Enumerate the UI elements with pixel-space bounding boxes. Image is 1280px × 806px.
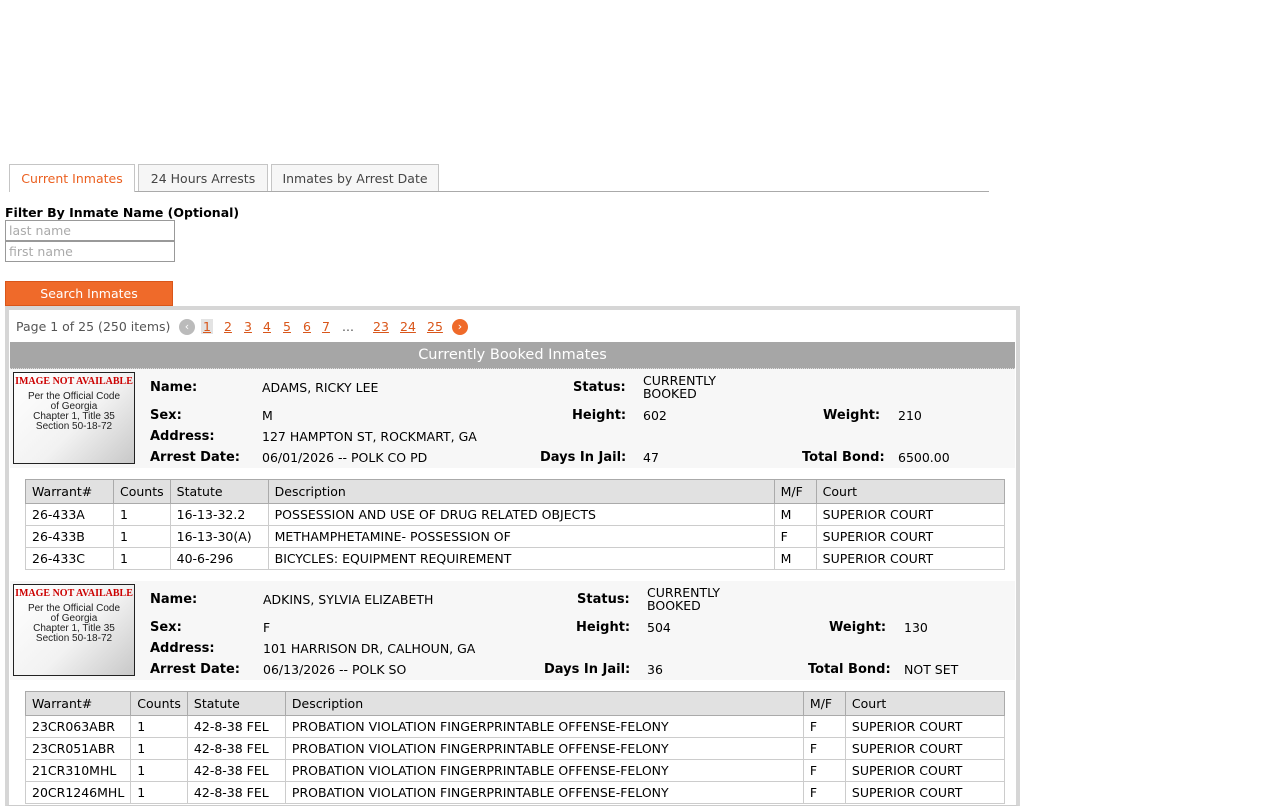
- placeholder-title: IMAGE NOT AVAILABLE: [15, 376, 133, 387]
- inmate-status: CURRENTLY BOOKED: [647, 585, 721, 613]
- height-label: Height:: [576, 620, 631, 635]
- page-link-4[interactable]: 4: [263, 319, 271, 334]
- col-warrant: Warrant#: [25, 479, 114, 504]
- inmate-weight: 130: [904, 620, 928, 635]
- tab-current-inmates[interactable]: Current Inmates: [9, 164, 135, 192]
- page-link-6[interactable]: 6: [303, 319, 311, 334]
- page-ellipsis[interactable]: ...: [342, 319, 354, 334]
- col-counts: Counts: [113, 479, 171, 504]
- chevron-right-icon[interactable]: ›: [452, 319, 468, 335]
- address-label: Address:: [150, 429, 215, 444]
- inmate-height: 602: [643, 408, 667, 423]
- total-bond-label: Total Bond:: [802, 450, 885, 465]
- page-link-1[interactable]: 1: [201, 319, 213, 334]
- pager-info: Page 1 of 25 (250 items): [16, 319, 171, 334]
- inmate-arrest-date: 06/01/2026 -- POLK CO PD: [262, 450, 428, 465]
- page-link-23[interactable]: 23: [373, 319, 389, 334]
- tab-inmates-by-arrest-date[interactable]: Inmates by Arrest Date: [271, 164, 439, 191]
- col-mf: M/F: [802, 691, 846, 716]
- placeholder-legal: Per the Official Code of Georgia Chapter…: [27, 603, 121, 644]
- days-in-jail-label: Days In Jail:: [540, 450, 627, 465]
- table-row: 26-433C 1 40-6-296 BICYCLES: EQUIPMENT REQU…: [25, 547, 1006, 570]
- col-statute: Statute: [169, 479, 269, 504]
- inmate-address: 101 HARRISON DR, CALHOUN, GA: [263, 641, 476, 656]
- weight-label: Weight:: [829, 620, 887, 635]
- page-link-25[interactable]: 25: [427, 319, 443, 334]
- chevron-left-icon[interactable]: ‹: [179, 319, 195, 335]
- col-warrant: Warrant#: [24, 691, 132, 716]
- table-row: 26-433A 1 16-13-32.2 POSSESSION AND USE OF …: [25, 503, 1006, 526]
- weight-label: Weight:: [823, 408, 881, 423]
- page-link-3[interactable]: 3: [244, 319, 252, 334]
- table-row: 26-433B 1 16-13-30(A) METHAMPHETAMINE- POSS…: [25, 525, 1006, 548]
- days-in-jail-label: Days In Jail:: [544, 662, 631, 677]
- col-description: Description: [284, 691, 804, 716]
- sex-label: Sex:: [150, 408, 182, 423]
- inmate-record: IMAGE NOT AVAILABLE Per the Official Cod…: [10, 369, 1015, 468]
- placeholder-legal: Per the Official Code of Georgia Chapter…: [27, 391, 121, 432]
- tab-24-hours-arrests[interactable]: 24 Hours Arrests: [138, 164, 268, 191]
- table-row: 20CR1246MHL 1 42-8-38 FEL PROBATION VIOLATI…: [24, 781, 1006, 804]
- arrest-date-label: Arrest Date:: [150, 662, 240, 677]
- page-link-7[interactable]: 7: [322, 319, 330, 334]
- sex-label: Sex:: [150, 620, 182, 635]
- col-description: Description: [267, 479, 775, 504]
- arrest-date-label: Arrest Date:: [150, 450, 240, 465]
- status-label: Status:: [577, 592, 630, 607]
- inmate-sex: F: [263, 620, 271, 635]
- grid-title: Currently Booked Inmates: [10, 342, 1015, 369]
- last-name-input[interactable]: [5, 220, 175, 241]
- table-row: 21CR310MHL 1 42-8-38 FEL PROBATION VIOLATIO…: [24, 759, 1006, 782]
- address-label: Address:: [150, 641, 215, 656]
- warrant-table: Warrant# Counts Statute Description M/F …: [24, 691, 1006, 804]
- first-name-input[interactable]: [5, 241, 175, 262]
- inmate-name: ADAMS, RICKY LEE: [262, 380, 379, 395]
- name-label: Name:: [150, 380, 198, 395]
- page-link-5[interactable]: 5: [283, 319, 291, 334]
- inmate-status: CURRENTLY BOOKED: [643, 373, 717, 401]
- status-label: Status:: [573, 380, 626, 395]
- name-label: Name:: [150, 592, 198, 607]
- page-link-24[interactable]: 24: [400, 319, 416, 334]
- inmate-address: 127 HAMPTON ST, ROCKMART, GA: [262, 429, 477, 444]
- col-court: Court: [844, 691, 1006, 716]
- inmate-bond: NOT SET: [904, 662, 959, 677]
- filter-label: Filter By Inmate Name (Optional): [5, 205, 240, 220]
- search-inmates-button[interactable]: Search Inmates: [5, 281, 173, 306]
- page-link-2[interactable]: 2: [224, 319, 232, 334]
- inmate-sex: M: [262, 408, 273, 423]
- height-label: Height:: [572, 408, 627, 423]
- table-row: 23CR051ABR 1 42-8-38 FEL PROBATION VIOLATIO…: [24, 737, 1006, 760]
- col-counts: Counts: [130, 691, 188, 716]
- inmate-bond: 6500.00: [898, 450, 950, 465]
- col-mf: M/F: [773, 479, 817, 504]
- col-statute: Statute: [186, 691, 286, 716]
- image-not-available-placeholder: IMAGE NOT AVAILABLE Per the Official Cod…: [13, 372, 135, 464]
- inmate-days: 47: [643, 450, 659, 465]
- inmate-weight: 210: [898, 408, 922, 423]
- placeholder-title: IMAGE NOT AVAILABLE: [15, 588, 133, 599]
- tab-strip: Current Inmates 24 Hours Arrests Inmates…: [9, 164, 989, 192]
- warrant-table: Warrant# Counts Statute Description M/F …: [25, 479, 1006, 570]
- inmate-height: 504: [647, 620, 671, 635]
- inmate-name: ADKINS, SYLVIA ELIZABETH: [263, 592, 434, 607]
- inmate-arrest-date: 06/13/2026 -- POLK SO: [263, 662, 407, 677]
- col-court: Court: [815, 479, 1006, 504]
- table-row: 23CR063ABR 1 42-8-38 FEL PROBATION VIOLATIO…: [24, 715, 1006, 738]
- total-bond-label: Total Bond:: [808, 662, 891, 677]
- inmate-record: IMAGE NOT AVAILABLE Per the Official Cod…: [10, 581, 1015, 680]
- image-not-available-placeholder: IMAGE NOT AVAILABLE Per the Official Cod…: [13, 584, 135, 676]
- inmate-days: 36: [647, 662, 663, 677]
